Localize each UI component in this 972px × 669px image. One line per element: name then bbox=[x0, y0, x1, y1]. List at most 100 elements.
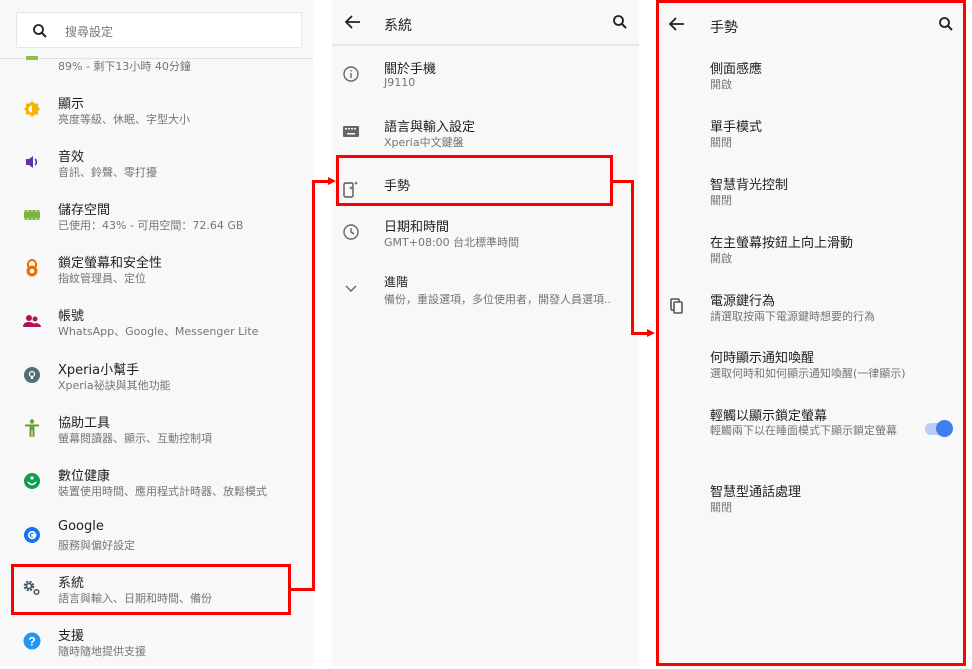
settings-item-digital-wellbeing[interactable]: 數位健康 裝置使用時間、應用程式計時器、放鬆模式 bbox=[0, 465, 313, 515]
back-arrow-icon[interactable] bbox=[344, 13, 362, 31]
item-title: 語言與輸入設定 bbox=[384, 120, 476, 135]
gesture-item-smart-call[interactable]: 智慧型通話處理 關閉 bbox=[659, 481, 963, 531]
system-item-advanced[interactable]: 進階備份，重設選項，多位使用者，開發人員選項.. bbox=[332, 273, 639, 323]
item-title: 數位健康 bbox=[58, 469, 111, 484]
gesture-item-one-hand[interactable]: 單手模式 關閉 bbox=[659, 116, 963, 166]
item-subtitle: 服務與偏好設定 bbox=[58, 539, 135, 552]
google-icon bbox=[22, 525, 42, 545]
item-subtitle: 裝置使用時間、應用程式計時器、放鬆模式 bbox=[58, 485, 267, 498]
accessibility-icon bbox=[22, 418, 42, 438]
settings-item-security[interactable]: 鎖定螢幕和安全性 指紋管理員、定位 bbox=[0, 252, 313, 302]
item-title: 智慧型通話處理 bbox=[710, 485, 802, 500]
item-title: 鎖定螢幕和安全性 bbox=[58, 256, 163, 271]
settings-item-sound[interactable]: 音效 音訊、鈴聲、零打擾 bbox=[0, 146, 313, 196]
item-title: 日期和時間 bbox=[384, 220, 450, 235]
help-icon: ? bbox=[22, 631, 42, 651]
settings-item-support[interactable]: ? 支援 隨時隨地提供支援 bbox=[0, 625, 313, 666]
settings-item-accessibility[interactable]: 協助工具 螢幕閱讀器、顯示、互動控制項 bbox=[0, 412, 313, 462]
search-icon[interactable] bbox=[611, 13, 629, 31]
highlight-system bbox=[11, 564, 291, 615]
app-bar: 手勢 bbox=[659, 3, 963, 48]
search-placeholder: 搜尋設定 bbox=[65, 25, 114, 39]
volume-icon bbox=[22, 152, 42, 172]
item-subtitle: 關閉 bbox=[710, 136, 732, 149]
app-bar: 系統 bbox=[332, 0, 639, 45]
item-subtitle: 亮度等級、休眠、字型大小 bbox=[58, 113, 190, 126]
settings-item-battery[interactable]: 89% - 剩下13小時 40分鐘 bbox=[0, 48, 313, 98]
item-title: 輕觸以顯示鎖定螢幕 bbox=[710, 409, 828, 424]
item-subtitle: 89% - 剩下13小時 40分鐘 bbox=[58, 60, 191, 73]
gesture-item-ambient-display[interactable]: 何時顯示通知喚醒 選取何時和如何顯示通知喚醒(一律顯示) bbox=[659, 347, 963, 397]
connector-arrow bbox=[647, 329, 655, 337]
highlight-gestures bbox=[336, 155, 613, 206]
search-input[interactable]: 搜尋設定 bbox=[16, 12, 302, 48]
settings-item-accounts[interactable]: 帳號 WhatsApp、Google、Messenger Lite bbox=[0, 305, 313, 355]
back-arrow-icon[interactable] bbox=[668, 15, 686, 33]
item-title: 單手模式 bbox=[710, 120, 763, 135]
item-title: 智慧背光控制 bbox=[710, 178, 789, 193]
item-subtitle: 關閉 bbox=[710, 501, 732, 514]
item-subtitle: WhatsApp、Google、Messenger Lite bbox=[58, 325, 259, 338]
tap-to-wake-toggle[interactable] bbox=[925, 420, 953, 437]
item-title: 何時顯示通知喚醒 bbox=[710, 351, 815, 366]
info-icon bbox=[341, 64, 361, 84]
item-subtitle: GMT+08:00 台北標準時間 bbox=[384, 236, 520, 249]
page-title: 手勢 bbox=[710, 20, 738, 36]
settings-item-google[interactable]: Google 服務與偏好設定 bbox=[0, 519, 313, 569]
accounts-icon bbox=[22, 311, 42, 331]
item-subtitle: 關閉 bbox=[710, 194, 732, 207]
gesture-item-smart-backlight[interactable]: 智慧背光控制 關閉 bbox=[659, 174, 963, 224]
item-title: 協助工具 bbox=[58, 416, 111, 431]
item-subtitle: 輕觸兩下以在睡面模式下顯示鎖定螢幕 bbox=[710, 424, 897, 437]
power-key-icon bbox=[667, 296, 687, 316]
item-title: 在主螢幕按鈕上向上滑動 bbox=[710, 236, 854, 251]
item-subtitle: 開啟 bbox=[710, 78, 732, 91]
item-subtitle: 已使用：43% - 可用空間：72.64 GB bbox=[58, 219, 244, 232]
connector-line bbox=[631, 180, 634, 335]
search-icon bbox=[33, 24, 47, 38]
item-subtitle: 音訊、鈴聲、零打擾 bbox=[58, 166, 157, 179]
gesture-item-side-sense[interactable]: 側面感應 開啟 bbox=[659, 58, 963, 108]
svg-text:?: ? bbox=[28, 635, 35, 649]
settings-item-xperia-assist[interactable]: Xperia小幫手 Xperia祕訣與其他功能 bbox=[0, 359, 313, 409]
item-title: 關於手機 bbox=[384, 62, 437, 77]
item-subtitle: 備份，重設選項，多位使用者，開發人員選項.. bbox=[384, 293, 611, 306]
page-title: 系統 bbox=[384, 18, 412, 34]
keyboard-icon bbox=[341, 122, 361, 142]
item-subtitle: 指紋管理員、定位 bbox=[58, 272, 146, 285]
system-item-datetime[interactable]: 日期和時間 GMT+08:00 台北標準時間 bbox=[332, 216, 639, 266]
connector-arrow bbox=[328, 177, 336, 185]
clock-icon bbox=[341, 222, 361, 242]
storage-icon bbox=[22, 205, 42, 225]
item-title: 顯示 bbox=[58, 97, 85, 112]
system-panel: 系統 關於手機 J9110 語言與輸入設定 Xperia中文鍵盤 手勢 日期和時間 G… bbox=[332, 0, 639, 666]
item-title: 帳號 bbox=[58, 309, 85, 324]
item-subtitle: 選取何時和如何顯示通知喚醒(一律顯示) bbox=[710, 367, 906, 380]
settings-item-display[interactable]: 顯示 亮度等級、休眠、字型大小 bbox=[0, 93, 313, 143]
lock-icon bbox=[22, 258, 42, 278]
brightness-icon bbox=[22, 99, 42, 119]
item-title: 支援 bbox=[58, 629, 85, 644]
item-subtitle: Xperia祕訣與其他功能 bbox=[58, 379, 171, 392]
item-title: Xperia小幫手 bbox=[58, 363, 140, 378]
system-item-about[interactable]: 關於手機 J9110 bbox=[332, 58, 639, 108]
gesture-item-power-key[interactable]: 電源鍵行為 請選取按兩下電源鍵時想要的行為 bbox=[659, 290, 963, 340]
item-subtitle: 隨時隨地提供支援 bbox=[58, 645, 146, 658]
search-icon[interactable] bbox=[937, 15, 955, 33]
settings-item-storage[interactable]: 儲存空間 已使用：43% - 可用空間：72.64 GB bbox=[0, 199, 313, 249]
item-subtitle: 請選取按兩下電源鍵時想要的行為 bbox=[710, 310, 875, 323]
item-subtitle: 開啟 bbox=[710, 252, 732, 265]
connector-line bbox=[312, 180, 315, 591]
gestures-panel: 手勢 側面感應 開啟 單手模式 關閉 智慧背光控制 關閉 在主螢幕按鈕上向上滑動 開啟 … bbox=[656, 0, 966, 666]
item-title: 側面感應 bbox=[710, 62, 763, 77]
item-title: Google bbox=[58, 519, 104, 534]
chevron-down-icon bbox=[341, 279, 361, 299]
item-subtitle: Xperia中文鍵盤 bbox=[384, 136, 464, 149]
gesture-item-swipe-up[interactable]: 在主螢幕按鈕上向上滑動 開啟 bbox=[659, 232, 963, 282]
lightbulb-icon bbox=[22, 365, 42, 385]
item-subtitle: J9110 bbox=[384, 76, 416, 89]
gesture-item-tap-to-wake[interactable]: 輕觸以顯示鎖定螢幕 輕觸兩下以在睡面模式下顯示鎖定螢幕 bbox=[659, 405, 963, 465]
wellbeing-icon bbox=[22, 471, 42, 491]
item-title: 進階 bbox=[384, 275, 409, 289]
battery-icon bbox=[26, 56, 38, 60]
